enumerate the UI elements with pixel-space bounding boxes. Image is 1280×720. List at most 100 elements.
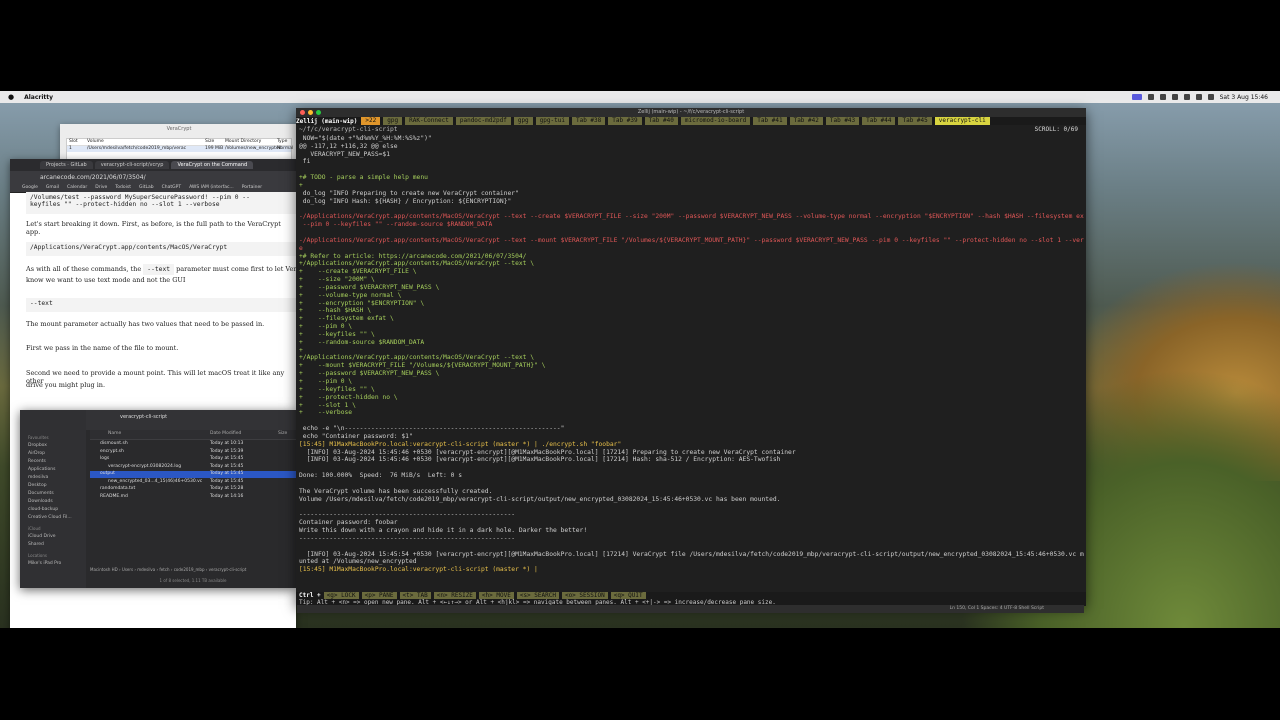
terminal-line: + --encryption "$ENCRYPTION" \	[299, 299, 425, 307]
terminal-line: + --pim 0 \	[299, 378, 353, 385]
zellij-mode-key: <o> SESSION	[561, 592, 608, 599]
browser-tab[interactable]: Projects · GitLab	[40, 161, 93, 169]
apple-menu-icon[interactable]: ●	[8, 93, 14, 101]
sidebar-item[interactable]: Mike's iPad Pro	[20, 559, 86, 567]
zellij-tab[interactable]: Tab #44	[862, 117, 896, 125]
bookmark[interactable]: AWS IAM (interfac...	[189, 185, 234, 190]
browser-tab[interactable]: veracrypt-cli-script/vcryp	[94, 161, 170, 169]
sidebar-item[interactable]: cloud-backup	[20, 505, 86, 513]
zellij-tab[interactable]: Tab #40	[644, 117, 678, 125]
terminal-line: + --random-source $RANDOM_DATA	[299, 338, 425, 346]
bookmark[interactable]: Calendar	[67, 185, 87, 190]
volume-row[interactable]: 1 /Users/mdesilva/fetch/code2019_mbp/ver…	[67, 146, 293, 152]
file-name: encrypt.sh	[100, 448, 124, 454]
menu-clock[interactable]: Sat 3 Aug 15:46	[1220, 94, 1268, 101]
finder-row[interactable]: randomdata.txt Today at 15:28	[90, 486, 296, 493]
finder-row[interactable]: logs Today at 15:45	[90, 456, 296, 463]
paragraph: know we want to use text mode and not th…	[26, 276, 186, 284]
finder-row[interactable]: output Today at 15:45	[90, 471, 296, 478]
sidebar-item[interactable]: Downloads	[20, 497, 86, 505]
menu-app-name[interactable]: Alacritty	[24, 94, 53, 101]
bookmark[interactable]: GitLab	[139, 185, 154, 190]
bookmark[interactable]: Gmail	[46, 185, 59, 190]
bookmark[interactable]: ChatGPT	[162, 185, 181, 190]
terminal-titlebar: Zellij (main-wip) - ~/f/c/veracrypt-cli-…	[296, 108, 1086, 117]
sidebar-item[interactable]: Shared	[20, 540, 86, 548]
zellij-tab[interactable]: Tab #42	[789, 117, 823, 125]
col-size[interactable]: Size	[278, 431, 287, 436]
zellij-tab[interactable]: veracrypt-cli	[934, 117, 990, 125]
address-bar[interactable]: arcanecode.com/2021/06/07/3504/	[10, 171, 296, 183]
zellij-tab[interactable]: Tab #45	[898, 117, 932, 125]
zellij-tab[interactable]: gpg	[383, 117, 403, 125]
col-name[interactable]: Name	[108, 431, 121, 436]
zellij-tab[interactable]: pandoc-md2pdf	[455, 117, 511, 125]
zellij-tab[interactable]: Tab #38	[571, 117, 606, 125]
zellij-tab[interactable]: micromod-io-board	[680, 117, 751, 125]
terminal-output[interactable]: NOW="$(date +"%d%m%Y_%H:%M:%S%z")" @@ -11…	[299, 127, 1084, 592]
status-icon[interactable]	[1131, 94, 1142, 100]
sidebar-item[interactable]: iCloud Drive	[20, 532, 86, 540]
minimize-icon[interactable]	[308, 110, 313, 115]
sidebar-item[interactable]: Dropbox	[20, 441, 86, 449]
finder-row[interactable]: README.md Today at 14:16	[90, 494, 296, 501]
zellij-tab[interactable]: Tab #41	[753, 117, 787, 125]
file-date: Today at 15:45	[210, 471, 244, 476]
finder-row[interactable]: new_encrypted_03...4_15(46)46+0530.vc Tod…	[90, 479, 296, 486]
status-icon[interactable]	[1147, 94, 1154, 100]
code-line: keyfiles "" --protect-hidden no --slot 1…	[30, 201, 220, 208]
sidebar-item[interactable]: Documents	[20, 489, 86, 497]
bookmark[interactable]: Portainer	[242, 185, 262, 190]
zellij-tab-bar: Zellij (main-wip) >22 gpg RAK-Connect pandoc…	[296, 117, 1086, 125]
bookmark[interactable]: Drive	[95, 185, 107, 190]
file-date: Today at 15:45	[210, 456, 244, 461]
browser-tab-active[interactable]: VeraCrypt on the Command	[171, 161, 254, 169]
url-text[interactable]: arcanecode.com/2021/06/07/3504/	[40, 174, 146, 181]
search-icon[interactable]	[1195, 94, 1202, 100]
sidebar-item[interactable]: Desktop	[20, 481, 86, 489]
maximize-icon[interactable]	[316, 110, 321, 115]
wifi-icon[interactable]	[1183, 94, 1190, 100]
zellij-status-bar: Ctrl + <g> LOCK <p> PANE <t> TAB <n> RESIZE…	[296, 592, 1086, 599]
terminal-line: + --size "200M" \	[299, 276, 375, 284]
zellij-tab[interactable]: gpg	[513, 117, 533, 125]
status-icon[interactable]	[1171, 94, 1178, 100]
sidebar-item[interactable]: Applications	[20, 465, 86, 473]
sidebar-item[interactable]: Recents	[20, 457, 86, 465]
row-mount: /Volumes/new_encrypted	[225, 146, 282, 151]
file-name: randomdata.txt	[100, 486, 136, 491]
bookmark[interactable]: Todoist	[115, 185, 131, 190]
finder-row[interactable]: encrypt.sh Today at 15:39	[90, 449, 296, 456]
row-volume: /Users/mdesilva/fetch/code2019_mbp/verac	[87, 146, 187, 151]
terminal-line: @@ -117,12 +116,32 @@ else	[299, 142, 398, 150]
file-name: dismount.sh	[100, 441, 128, 446]
control-center-icon[interactable]	[1207, 94, 1214, 100]
finder-window[interactable]: Favourites Dropbox AirDrop Recents Appli…	[20, 410, 296, 588]
status-icon[interactable]	[1159, 94, 1166, 100]
bookmark[interactable]: Google	[22, 185, 38, 190]
close-icon[interactable]	[300, 110, 305, 115]
finder-row[interactable]: dismount.sh Today at 10:13	[90, 441, 296, 448]
terminal-line: + --mount $VERACRYPT_FILE "/Volumes/${VE…	[299, 362, 546, 370]
sidebar-item[interactable]: AirDrop	[20, 449, 86, 457]
finder-sidebar: Favourites Dropbox AirDrop Recents Appli…	[20, 410, 86, 588]
file-date: Today at 14:16	[210, 493, 244, 499]
zellij-tab[interactable]: >22	[361, 117, 381, 125]
terminal-line: + --volume-type normal \	[299, 291, 402, 299]
editor-status-text: Ln 150, Col 1 Spaces: 4 UTF-8 Shell Scri…	[949, 606, 1044, 611]
finder-row[interactable]: veracrypt-encrypt.03082024.log Today at 1…	[90, 464, 296, 471]
zellij-tab[interactable]: Tab #43	[825, 117, 860, 125]
col-date[interactable]: Date Modified	[210, 431, 241, 436]
window-controls	[300, 110, 321, 115]
path-bar[interactable]: Macintosh HD › Users › mdesilva › fetch …	[90, 567, 296, 574]
zellij-tab[interactable]: RAK-Connect	[405, 117, 453, 125]
zellij-tab[interactable]: gpg-tui	[535, 117, 569, 125]
sidebar-item[interactable]: Creative Cloud Fil...	[20, 513, 86, 521]
zellij-tab[interactable]: Tab #39	[608, 117, 642, 125]
terminal-window[interactable]: Zellij (main-wip) - ~/f/c/veracrypt-cli-…	[296, 108, 1086, 606]
sidebar-item[interactable]: mdesilva	[20, 473, 86, 481]
terminal-line: NOW="$(date +"%d%m%Y_%H:%M:%S%z")"	[299, 134, 432, 142]
